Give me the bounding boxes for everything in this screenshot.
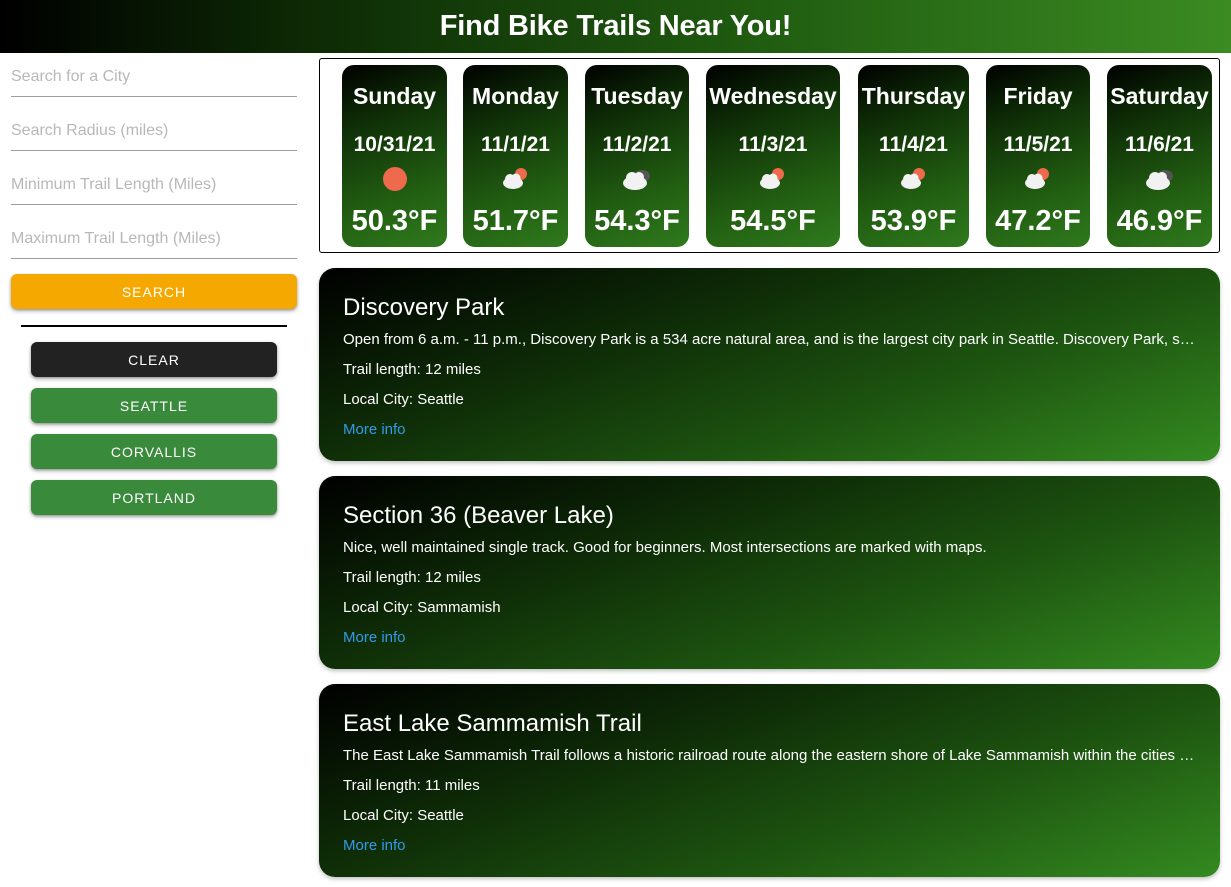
forecast-date: 11/3/21	[738, 133, 808, 156]
city-search-input[interactable]	[11, 65, 297, 89]
radius-field	[11, 107, 297, 151]
max-length-field	[11, 215, 297, 259]
trail-length: Trail length: 12 miles	[343, 361, 481, 378]
sun-icon	[382, 167, 407, 191]
city-button-seattle[interactable]: SEATTLE	[31, 388, 277, 423]
city-button-corvallis[interactable]: CORVALLIS	[31, 434, 277, 469]
trail-description: Open from 6 a.m. - 11 p.m., Discovery Pa…	[343, 331, 1195, 348]
trail-card: Discovery Park Open from 6 a.m. - 11 p.m…	[319, 268, 1220, 461]
forecast-day: Saturday 11/6/21 46.9°F	[1107, 65, 1212, 247]
forecast-temp: 51.7°F	[472, 205, 559, 237]
partly-cloudy-icon	[1025, 168, 1049, 189]
search-button[interactable]: SEARCH	[11, 274, 297, 309]
clear-button[interactable]: CLEAR	[31, 342, 277, 377]
radius-input[interactable]	[11, 119, 297, 143]
forecast-day-name: Thursday	[861, 83, 966, 109]
trail-description: Nice, well maintained single track. Good…	[343, 539, 987, 556]
forecast-day: Wednesday 11/3/21 54.5°F	[706, 65, 840, 247]
max-length-input[interactable]	[11, 227, 297, 251]
cloudy-icon	[623, 170, 650, 190]
trail-city: Local City: Seattle	[343, 807, 464, 824]
min-length-field	[11, 161, 297, 205]
forecast-temp: 54.3°F	[594, 205, 680, 237]
trail-card: East Lake Sammamish Trail The East Lake …	[319, 684, 1220, 877]
forecast-day-name: Tuesday	[591, 83, 683, 109]
trail-city: Local City: Seattle	[343, 391, 464, 408]
trail-city: Local City: Sammamish	[343, 599, 501, 616]
trail-name: Discovery Park	[343, 294, 505, 321]
forecast-temp: 46.9°F	[1116, 205, 1203, 237]
forecast-date: 11/4/21	[879, 133, 948, 156]
forecast-day-name: Wednesday	[709, 83, 837, 109]
forecast-date: 11/2/21	[602, 133, 672, 156]
trail-description: The East Lake Sammamish Trail follows a …	[343, 747, 1195, 764]
app-header: Find Bike Trails Near You!	[0, 0, 1231, 53]
partly-cloudy-icon	[760, 168, 784, 189]
city-button-portland[interactable]: PORTLAND	[31, 480, 277, 515]
more-info-link[interactable]: More info	[343, 629, 406, 646]
forecast-day: Monday 11/1/21 51.7°F	[463, 65, 568, 247]
forecast-day-name: Saturday	[1110, 83, 1209, 109]
min-length-input[interactable]	[11, 173, 297, 197]
trail-name: East Lake Sammamish Trail	[343, 710, 642, 737]
forecast-day-name: Monday	[472, 83, 559, 109]
city-field	[11, 53, 297, 97]
search-sidebar: SEARCH CLEAR SEATTLE CORVALLIS PORTLAND	[0, 53, 310, 887]
forecast-temp: 47.2°F	[995, 205, 1081, 237]
cloudy-icon	[1145, 170, 1173, 190]
trail-card: Section 36 (Beaver Lake) Nice, well main…	[319, 476, 1220, 669]
forecast-date: 11/1/21	[481, 133, 550, 156]
partly-cloudy-icon	[900, 168, 925, 189]
partly-cloudy-icon	[502, 168, 527, 189]
forecast-day-name: Friday	[1003, 83, 1073, 109]
forecast-day: Friday 11/5/21 47.2°F	[986, 65, 1090, 247]
forecast-temp: 53.9°F	[870, 205, 957, 237]
forecast-day: Tuesday 11/2/21 54.3°F	[585, 65, 689, 247]
trail-name: Section 36 (Beaver Lake)	[343, 502, 614, 529]
forecast-date: 11/5/21	[1003, 133, 1073, 156]
weather-forecast: Sunday 10/31/21 50.3°F Monday 11/1/21 51…	[319, 58, 1220, 253]
forecast-day-name: Sunday	[352, 83, 437, 109]
trail-length: Trail length: 12 miles	[343, 569, 481, 586]
forecast-date: 11/6/21	[1125, 133, 1194, 156]
page-title: Find Bike Trails Near You!	[439, 10, 792, 42]
forecast-day: Thursday 11/4/21 53.9°F	[858, 65, 969, 247]
forecast-temp: 54.5°F	[730, 205, 816, 237]
sidebar-divider	[21, 325, 287, 327]
forecast-temp: 50.3°F	[351, 205, 438, 237]
more-info-link[interactable]: More info	[343, 421, 406, 438]
trail-length: Trail length: 11 miles	[343, 777, 480, 794]
more-info-link[interactable]: More info	[343, 837, 406, 854]
forecast-day: Sunday 10/31/21 50.3°F	[342, 65, 447, 247]
forecast-date: 10/31/21	[353, 133, 436, 156]
